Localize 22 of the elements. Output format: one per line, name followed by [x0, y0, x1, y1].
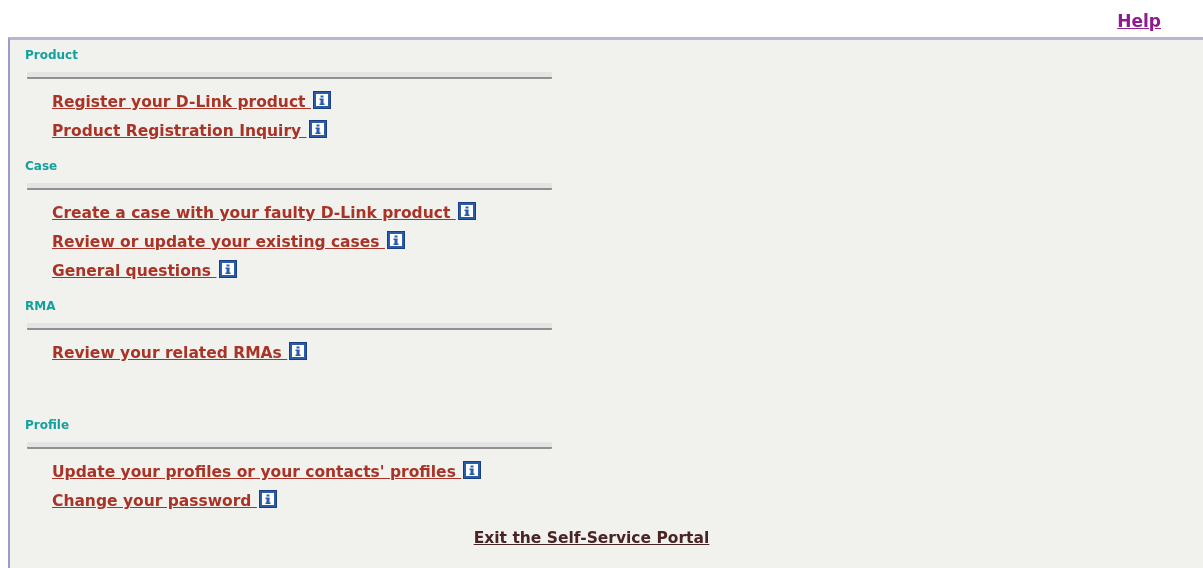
info-icon — [386, 231, 405, 249]
portal-link[interactable]: Register your D-Link product — [52, 93, 331, 111]
section-title: Profile — [25, 417, 71, 433]
portal-link[interactable]: General questions — [52, 262, 237, 280]
section-title: RMA — [25, 298, 57, 314]
info-icon — [258, 490, 277, 508]
exit-link[interactable]: Exit the Self-Service Portal — [473, 529, 710, 547]
info-icon — [312, 91, 331, 109]
info-icon — [289, 342, 308, 360]
info-icon — [218, 260, 237, 278]
info-icon — [308, 120, 327, 138]
info-icon — [457, 202, 476, 220]
help-link[interactable]: Help — [1117, 10, 1161, 31]
portal-link[interactable]: Review your related RMAs — [52, 344, 308, 362]
section-title: Product — [25, 47, 79, 63]
portal-link[interactable]: Product Registration Inquiry — [52, 122, 327, 140]
portal-link[interactable]: Review or update your existing cases — [52, 233, 405, 251]
portal-link[interactable]: Create a case with your faulty D-Link product — [52, 204, 476, 222]
section-title: Case — [25, 158, 59, 174]
portal-link[interactable]: Change your password — [52, 492, 277, 510]
portal-link[interactable]: Update your profiles or your contacts' profiles — [52, 463, 482, 481]
info-icon — [463, 461, 482, 479]
